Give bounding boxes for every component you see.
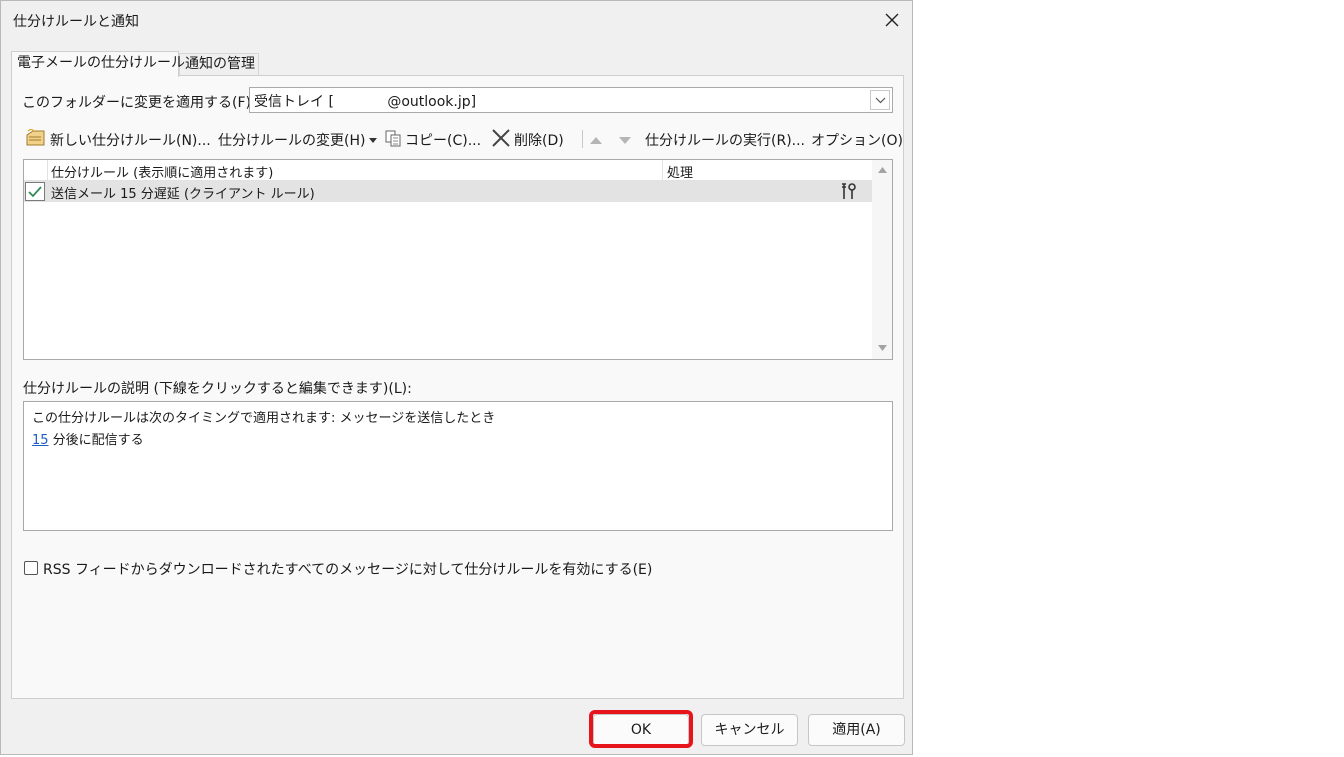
folder-label: このフォルダーに変更を適用する(F): (22, 95, 256, 111)
description-line-2-text: 分後に配信する (48, 433, 144, 448)
rss-rules-checkbox[interactable] (24, 561, 38, 575)
scroll-down-icon[interactable] (878, 345, 887, 351)
folder-combobox[interactable]: 受信トレイ [ @outlook.jp] (249, 87, 893, 113)
table-row[interactable]: 送信メール 15 分遅延 (クライアント ルール) (24, 181, 872, 202)
run-rules-label: 仕分けルールの実行(R)... (645, 133, 806, 149)
rules-list[interactable]: 仕分けルール (表示順に適用されます) 処理 送信メール 15 分遅延 (クライ… (23, 159, 893, 360)
header-rule-column[interactable]: 仕分けルール (表示順に適用されます) (51, 162, 273, 181)
tab-manage-alerts[interactable]: 通知の管理 (179, 53, 259, 75)
rules-list-header: 仕分けルール (表示順に適用されます) 処理 (24, 160, 872, 181)
scroll-up-icon[interactable] (878, 167, 887, 173)
cancel-button[interactable]: キャンセル (701, 714, 798, 746)
client-rule-tools-icon (840, 182, 858, 205)
folder-value: 受信トレイ [ @outlook.jp] (254, 94, 477, 110)
rules-list-scrollbar[interactable] (872, 160, 892, 359)
move-up-button[interactable] (590, 129, 602, 151)
rule-enabled-checkbox[interactable] (25, 182, 45, 201)
copy-button[interactable]: コピー(C)... (384, 129, 481, 151)
change-rule-label: 仕分けルールの変更(H) (218, 133, 366, 149)
copy-label: コピー(C)... (405, 133, 482, 149)
title-bar: 仕分けルールと通知 (1, 1, 912, 39)
move-down-button[interactable] (619, 129, 631, 151)
description-line-1: この仕分けルールは次のタイミングで適用されます: メッセージを送信したとき (32, 411, 496, 426)
description-line-2: 15 分後に配信する (32, 429, 144, 448)
change-rule-button[interactable]: 仕分けルールの変更(H) (218, 129, 378, 151)
apply-button[interactable]: 適用(A) (808, 714, 905, 746)
header-divider (662, 160, 663, 180)
checkmark-icon (28, 186, 42, 198)
close-button[interactable] (877, 7, 907, 33)
new-rule-icon (25, 128, 47, 151)
folder-dropdown-button[interactable] (870, 90, 890, 110)
copy-icon (384, 129, 402, 151)
header-action-column[interactable]: 処理 (667, 162, 693, 181)
arrow-up-icon (590, 136, 602, 144)
options-label: オプション(O) (811, 133, 903, 149)
caret-down-icon (369, 137, 378, 143)
new-rule-label: 新しい仕分けルール(N)... (50, 133, 211, 149)
tab-email-rules[interactable]: 電子メールの仕分けルール (11, 51, 185, 77)
ok-button[interactable]: OK (593, 714, 689, 746)
rules-dialog: 仕分けルールと通知 電子メールの仕分けルール 通知の管理 このフォルダーに変更を… (0, 0, 913, 755)
rule-description-box[interactable]: この仕分けルールは次のタイミングで適用されます: メッセージを送信したとき 15… (23, 401, 893, 531)
delay-minutes-link[interactable]: 15 (32, 433, 49, 448)
description-label: 仕分けルールの説明 (下線をクリックすると編集できます)(L): (23, 381, 412, 397)
run-rules-button[interactable]: 仕分けルールの実行(R)... (645, 129, 805, 151)
rss-rules-label[interactable]: RSS フィードからダウンロードされたすべてのメッセージに対して仕分けルールを有… (43, 559, 652, 579)
toolbar-separator (582, 130, 583, 148)
chevron-down-icon (875, 97, 886, 104)
close-icon (885, 13, 899, 27)
options-button[interactable]: オプション(O) (811, 129, 903, 151)
new-rule-button[interactable]: 新しい仕分けルール(N)... (25, 128, 211, 151)
arrow-down-icon (619, 136, 631, 144)
header-check-column (24, 160, 48, 180)
delete-button[interactable]: 削除(D) (491, 129, 564, 151)
dialog-title: 仕分けルールと通知 (13, 14, 139, 30)
delete-x-icon (491, 129, 511, 151)
rule-name: 送信メール 15 分遅延 (クライアント ルール) (51, 187, 315, 202)
delete-label: 削除(D) (514, 133, 564, 149)
